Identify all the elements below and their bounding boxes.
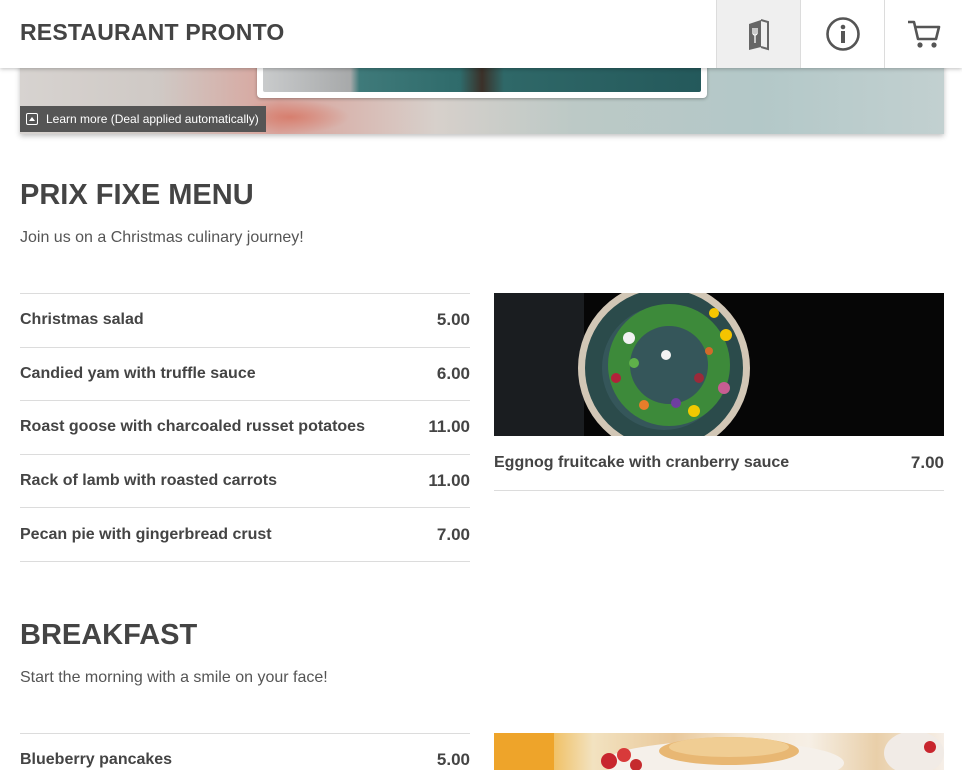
- item-name: Pecan pie with gingerbread crust: [20, 525, 272, 543]
- menu-item[interactable]: Candied yam with truffle sauce 6.00: [20, 348, 470, 402]
- item-name: Roast goose with charcoaled russet potat…: [20, 418, 365, 436]
- item-name: Eggnog fruitcake with cranberry sauce: [494, 454, 790, 471]
- breakfast-subtitle: Start the morning with a smile on your f…: [20, 669, 328, 686]
- featured-item-image: [494, 293, 944, 436]
- menu-button[interactable]: [716, 0, 800, 68]
- item-price: 5.00: [436, 310, 470, 330]
- menu-book-icon: [748, 19, 769, 51]
- top-header: RESTAURANT PRONTO: [0, 0, 962, 68]
- promo-banner: Learn more (Deal applied automatically): [20, 60, 944, 134]
- breakfast-list: Blueberry pancakes 5.00: [20, 733, 470, 770]
- item-price: 11.00: [428, 417, 470, 437]
- featured-item-row[interactable]: Eggnog fruitcake with cranberry sauce 7.…: [494, 436, 944, 491]
- menu-item[interactable]: Christmas salad 5.00: [20, 294, 470, 348]
- breakfast-image[interactable]: [494, 733, 944, 770]
- prix-fixe-subtitle: Join us on a Christmas culinary journey!: [20, 229, 304, 246]
- learn-more-label: Learn more (Deal applied automatically): [46, 112, 259, 126]
- expand-up-icon: [26, 113, 38, 125]
- item-price: 5.00: [436, 750, 470, 770]
- prix-fixe-list: Christmas salad 5.00 Candied yam with tr…: [20, 293, 470, 562]
- item-price: 11.00: [428, 471, 470, 491]
- restaurant-name[interactable]: RESTAURANT PRONTO: [20, 19, 285, 46]
- item-price: 7.00: [436, 524, 470, 544]
- featured-item[interactable]: Eggnog fruitcake with cranberry sauce 7.…: [494, 293, 944, 491]
- info-icon: [825, 17, 860, 51]
- item-name: Blueberry pancakes: [20, 751, 173, 769]
- item-name: Rack of lamb with roasted carrots: [20, 472, 277, 490]
- learn-more-button[interactable]: Learn more (Deal applied automatically): [20, 106, 266, 132]
- item-price: 6.00: [436, 363, 470, 383]
- menu-item[interactable]: Blueberry pancakes 5.00: [20, 734, 470, 770]
- menu-item[interactable]: Roast goose with charcoaled russet potat…: [20, 401, 470, 455]
- item-name: Christmas salad: [20, 311, 144, 329]
- cart-icon: [907, 20, 940, 48]
- item-name: Candied yam with truffle sauce: [20, 364, 256, 382]
- info-button[interactable]: [800, 0, 884, 68]
- cart-button[interactable]: [884, 0, 962, 68]
- menu-item[interactable]: Pecan pie with gingerbread crust 7.00: [20, 508, 470, 562]
- item-price: 7.00: [910, 453, 944, 472]
- menu-item[interactable]: Rack of lamb with roasted carrots 11.00: [20, 455, 470, 509]
- breakfast-title: BREAKFAST: [20, 619, 198, 651]
- prix-fixe-title: PRIX FIXE MENU: [20, 179, 254, 211]
